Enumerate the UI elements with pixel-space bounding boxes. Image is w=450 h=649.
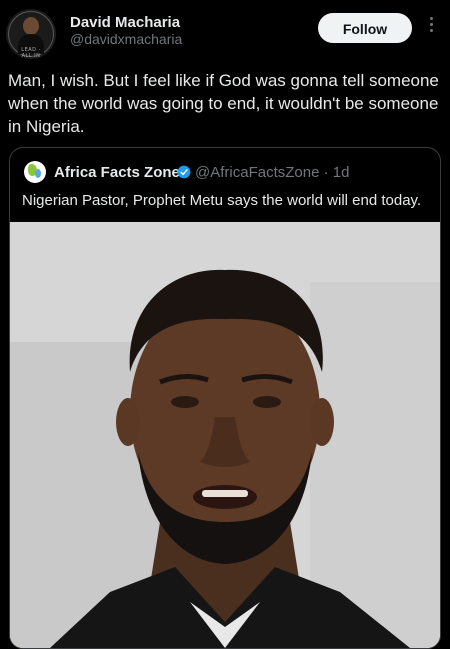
globe-graphic-ocean bbox=[35, 169, 41, 178]
quoted-video-media[interactable] bbox=[10, 222, 440, 648]
author-handle[interactable]: @davidxmacharia bbox=[70, 31, 182, 47]
more-dot bbox=[429, 17, 433, 20]
quoted-tweet-card[interactable]: Africa Facts Zone @AfricaFactsZone · 1d … bbox=[9, 147, 441, 649]
author-avatar[interactable]: LEAD · ALL IN ONE bbox=[6, 9, 56, 59]
verified-badge-icon bbox=[177, 165, 191, 179]
author-name[interactable]: David Macharia bbox=[70, 14, 180, 31]
quoted-author-avatar[interactable] bbox=[24, 161, 46, 183]
quoted-author-handle-time[interactable]: @AfricaFactsZone · 1d bbox=[195, 164, 349, 181]
quoted-tweet-text: Nigerian Pastor, Prophet Metu says the w… bbox=[22, 192, 422, 209]
more-dot bbox=[429, 23, 433, 26]
quoted-author-name[interactable]: Africa Facts Zone bbox=[54, 164, 180, 181]
more-vertical-icon[interactable] bbox=[426, 14, 436, 40]
avatar-head-graphic bbox=[23, 17, 39, 35]
avatar-caption: LEAD · ALL IN ONE bbox=[21, 47, 41, 59]
follow-button[interactable]: Follow bbox=[318, 13, 412, 43]
tweet-header: LEAD · ALL IN ONE David Macharia @davidx… bbox=[0, 0, 450, 60]
tweet-text: Man, I wish. But I feel like if God was … bbox=[8, 71, 439, 136]
video-frame-illustration bbox=[10, 222, 440, 648]
more-dot bbox=[429, 29, 433, 32]
